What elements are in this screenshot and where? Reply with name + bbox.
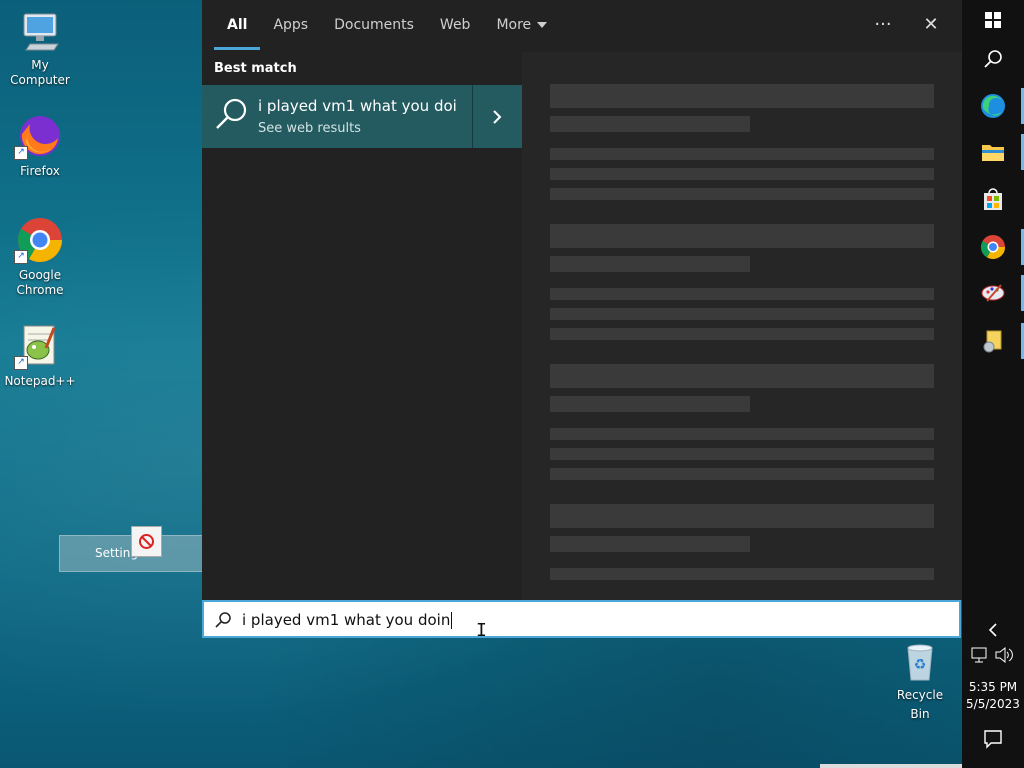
svg-text:♻: ♻ xyxy=(914,657,927,673)
desktop-icon-chrome[interactable]: ↗ Google Chrome xyxy=(2,216,78,298)
preview-pane-loading xyxy=(522,52,962,600)
close-button[interactable]: ✕ xyxy=(916,10,946,40)
result-title: i played vm1 what you doi xyxy=(258,97,457,115)
notes-icon xyxy=(983,330,1002,353)
loading-placeholder xyxy=(550,224,934,248)
desktop-icon-label: Google Chrome xyxy=(16,268,64,297)
tab-all[interactable]: All xyxy=(214,0,261,50)
loading-placeholder xyxy=(550,188,934,200)
taskbar: 5:35 PM 5/5/2023 xyxy=(962,0,1024,768)
taskbar-chrome[interactable] xyxy=(977,231,1009,263)
window-edge-strip xyxy=(820,764,962,768)
desktop-icon-label: Notepad++ xyxy=(4,374,76,388)
notification-icon xyxy=(984,730,1002,749)
tab-label: More xyxy=(496,17,532,33)
chevron-left-icon xyxy=(988,623,997,637)
tab-more[interactable]: More xyxy=(483,0,560,50)
desktop-icon-label: Firefox xyxy=(20,164,60,178)
loading-placeholder xyxy=(550,428,934,440)
loading-placeholder xyxy=(550,148,934,160)
tab-label: Documents xyxy=(334,17,414,33)
loading-placeholder xyxy=(550,536,750,552)
windows-logo-icon xyxy=(985,12,1001,28)
text-cursor-icon: I xyxy=(476,620,487,641)
search-query-value: i played vm1 what you doin xyxy=(242,611,451,629)
loading-placeholder xyxy=(550,448,934,460)
shortcut-arrow-icon: ↗ xyxy=(14,250,28,264)
taskbar-file-explorer[interactable] xyxy=(977,136,1009,168)
shortcut-arrow-icon: ↗ xyxy=(14,356,28,370)
more-options-button[interactable]: ··· xyxy=(868,10,898,40)
loading-placeholder xyxy=(550,396,750,412)
taskbar-search-button[interactable] xyxy=(977,44,1009,76)
search-input[interactable]: i played vm1 what you doin xyxy=(202,600,961,638)
action-center-button[interactable] xyxy=(977,722,1009,754)
loading-placeholder xyxy=(550,116,750,132)
best-match-heading: Best match xyxy=(214,61,297,76)
recycle-bin-icon: ♻ xyxy=(907,644,933,681)
clock-date[interactable]: 5/5/2023 xyxy=(962,696,1024,712)
computer-icon xyxy=(23,13,59,51)
volume-icon[interactable] xyxy=(994,646,1014,664)
taskbar-store[interactable] xyxy=(977,184,1009,216)
desktop-icon-my-computer[interactable]: My Computer xyxy=(2,10,78,88)
desktop-icon-recycle-bin[interactable]: ♻ Recycle Bin xyxy=(888,640,952,722)
search-icon xyxy=(984,50,1002,68)
result-subtitle: See web results xyxy=(258,121,361,136)
loading-placeholder xyxy=(550,308,934,320)
loading-placeholder xyxy=(550,288,934,300)
best-match-result[interactable]: i played vm1 what you doi See web result… xyxy=(202,85,522,148)
show-hidden-icons-button[interactable] xyxy=(977,614,1009,646)
start-button[interactable] xyxy=(977,4,1009,36)
loading-placeholder xyxy=(550,84,934,108)
tab-documents[interactable]: Documents xyxy=(321,0,427,50)
desktop-icon-label: My Computer xyxy=(10,58,70,87)
search-icon xyxy=(216,98,247,129)
desktop-icon-firefox[interactable]: ↗ Firefox xyxy=(2,112,78,179)
paint-icon xyxy=(981,284,1005,302)
tab-label: Apps xyxy=(273,17,309,33)
desktop-icon-notepadpp[interactable]: ↗ Notepad++ xyxy=(2,322,78,389)
tab-apps[interactable]: Apps xyxy=(260,0,321,50)
tab-label: Web xyxy=(439,17,471,33)
tab-web[interactable]: Web xyxy=(427,0,484,50)
divider xyxy=(472,85,473,148)
chrome-icon xyxy=(980,235,1005,260)
results-list: Best match i played vm1 what you doi See… xyxy=(202,52,522,600)
loading-placeholder xyxy=(550,256,750,272)
taskbar-edge[interactable] xyxy=(977,90,1009,122)
tab-label: All xyxy=(227,17,248,33)
loading-placeholder xyxy=(550,168,934,180)
loading-placeholder xyxy=(550,328,934,340)
store-icon xyxy=(984,188,1002,210)
taskbar-paint[interactable] xyxy=(977,277,1009,309)
chevron-down-icon xyxy=(537,22,548,28)
clock-time[interactable]: 5:35 PM xyxy=(962,679,1024,695)
loading-placeholder xyxy=(550,504,934,528)
open-preview-button[interactable] xyxy=(486,106,508,128)
chevron-right-icon xyxy=(493,110,502,124)
search-icon xyxy=(215,612,231,628)
loading-placeholder xyxy=(550,568,934,580)
desktop-icon-label: Recycle Bin xyxy=(896,688,944,721)
taskbar-notes[interactable] xyxy=(977,325,1009,357)
loading-placeholder xyxy=(550,468,934,480)
no-drop-cursor-icon xyxy=(131,526,162,557)
shortcut-arrow-icon: ↗ xyxy=(14,146,28,160)
network-icon[interactable] xyxy=(970,646,990,664)
search-tabs: All Apps Documents Web More xyxy=(214,0,560,52)
search-panel: All Apps Documents Web More ··· ✕ Best m… xyxy=(202,0,962,600)
text-caret xyxy=(451,612,453,629)
search-query-text: i played vm1 what you doin xyxy=(242,611,453,629)
loading-placeholder xyxy=(550,364,934,388)
edge-icon xyxy=(981,94,1005,118)
folder-icon xyxy=(982,145,1004,161)
